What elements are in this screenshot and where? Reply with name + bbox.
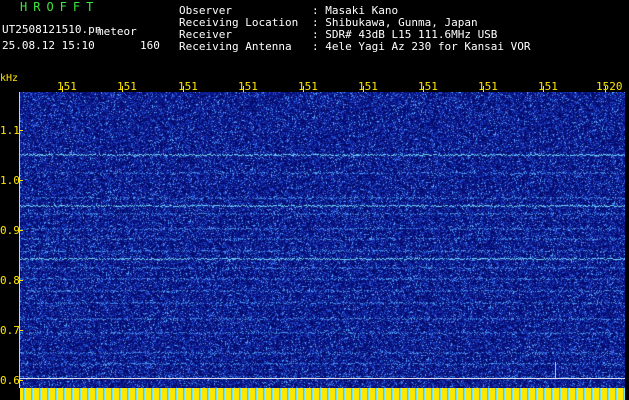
y-tick-label: 1.0: [0, 174, 20, 187]
event-marker: [555, 362, 556, 378]
count-value: 160: [140, 39, 160, 52]
y-tick-mark: [19, 280, 23, 281]
x-tick-mark: [62, 86, 63, 92]
file-type-label: meteor: [97, 25, 137, 38]
brand-title: HROFFT: [20, 0, 100, 14]
x-tick-mark: [605, 86, 606, 92]
x-tick-mark: [243, 86, 244, 92]
x-tick-mark: [543, 86, 544, 92]
time-strip: [20, 388, 625, 400]
x-tick-mark: [483, 86, 484, 92]
spectrogram-noise: [20, 92, 625, 388]
y-tick-mark: [19, 180, 23, 181]
y-tick-mark: [19, 330, 23, 331]
x-tick-mark: [423, 86, 424, 92]
y-axis-unit: kHz: [0, 73, 19, 84]
x-tick-mark: [122, 86, 123, 92]
y-tick-label: 1.1: [0, 124, 20, 137]
y-tick-mark: [19, 230, 23, 231]
y-tick-mark: [19, 130, 23, 131]
timestamp: 25.08.12 15:10: [2, 39, 95, 52]
y-tick-label: 0.6: [0, 374, 20, 387]
spectrogram: [20, 92, 625, 388]
x-tick-mark: [363, 86, 364, 92]
y-tick-label: 0.9: [0, 224, 20, 237]
y-tick-label: 0.8: [0, 274, 20, 287]
file-name: UT2508121510.pn: [2, 23, 102, 36]
antenna-value: : 4ele Yagi Az 230 for Kansai VOR: [312, 40, 531, 53]
antenna-label: Receiving Antenna: [179, 40, 292, 53]
x-tick-mark: [303, 86, 304, 92]
y-tick-mark: [19, 380, 23, 381]
baseline-marker: [20, 378, 625, 379]
y-tick-label: 0.7: [0, 324, 20, 337]
x-tick-mark: [183, 86, 184, 92]
